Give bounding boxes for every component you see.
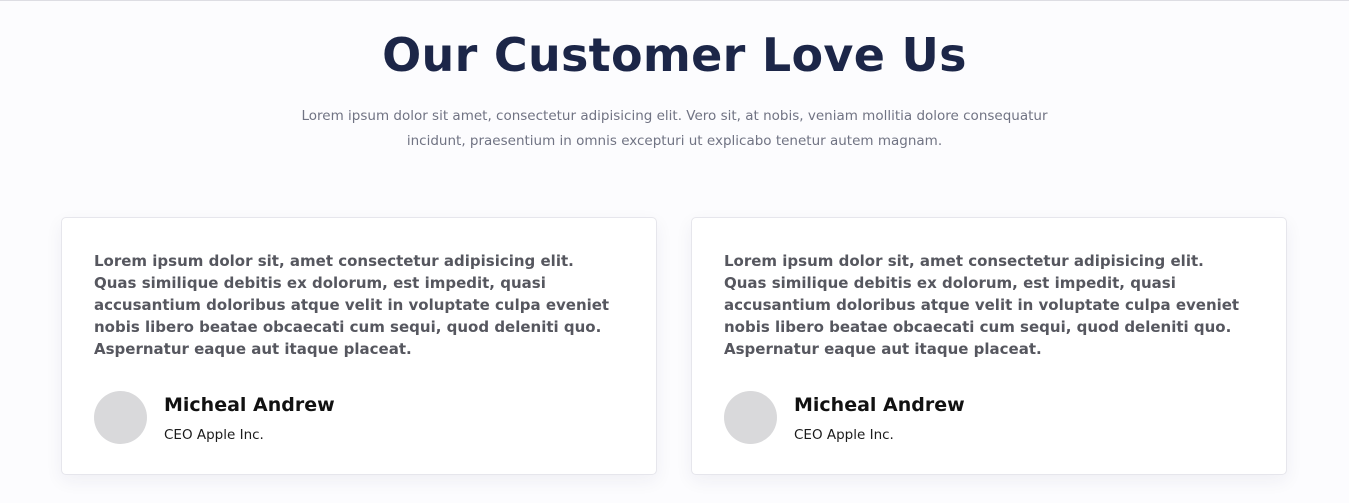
testimonial-author-role: CEO Apple Inc. (164, 427, 264, 443)
avatar (724, 391, 777, 444)
testimonial-author-role: CEO Apple Inc. (794, 427, 894, 443)
testimonial-author-name: Micheal Andrew (164, 394, 335, 416)
avatar (94, 391, 147, 444)
section-subtitle: Lorem ipsum dolor sit amet, consectetur … (301, 108, 1048, 149)
testimonial-quote: Lorem ipsum dolor sit, amet consectetur … (724, 252, 1240, 358)
section-title: Our Customer Love Us (382, 28, 967, 82)
testimonial-card: Lorem ipsum dolor sit, amet consectetur … (691, 217, 1287, 475)
testimonial-quote: Lorem ipsum dolor sit, amet consectetur … (94, 252, 610, 358)
testimonial-card: Lorem ipsum dolor sit, amet consectetur … (61, 217, 657, 475)
testimonial-author-name: Micheal Andrew (794, 394, 965, 416)
testimonials-section: Our Customer Love Us Lorem ipsum dolor s… (0, 0, 1349, 503)
